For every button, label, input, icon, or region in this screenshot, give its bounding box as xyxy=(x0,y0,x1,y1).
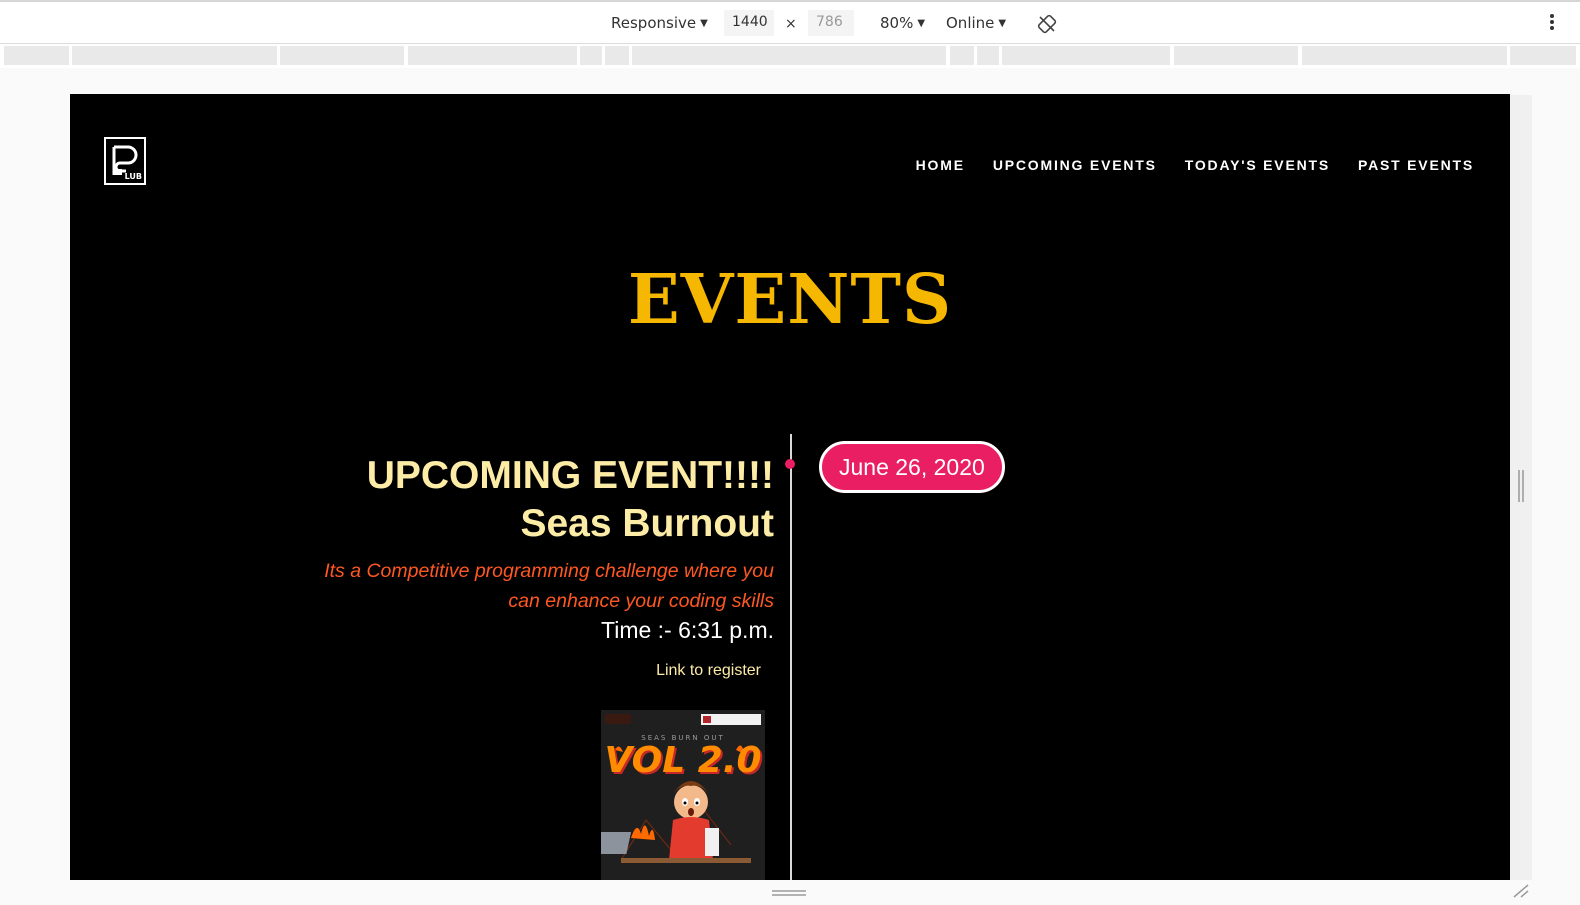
main-nav: HOME UPCOMING EVENTS TODAY'S EVENTS PAST… xyxy=(916,157,1474,173)
zoom-select-label: 80% xyxy=(880,14,914,32)
media-query-segment[interactable] xyxy=(1002,46,1170,65)
media-query-segment[interactable] xyxy=(605,46,629,65)
nav-past-events[interactable]: PAST EVENTS xyxy=(1358,157,1474,173)
corner-resize-handle-icon[interactable] xyxy=(1512,884,1530,903)
media-query-segment[interactable] xyxy=(632,46,946,65)
media-query-segment[interactable] xyxy=(977,46,999,65)
nav-home[interactable]: HOME xyxy=(916,157,965,173)
emulated-page: LUB HOME UPCOMING EVENTS TODAY'S EVENTS … xyxy=(70,94,1510,880)
caret-down-icon: ▼ xyxy=(917,18,926,29)
event-poster[interactable]: SEAS BURN OUT VOL 2.0 xyxy=(601,710,765,880)
media-query-bar xyxy=(0,46,1580,68)
media-query-segment[interactable] xyxy=(1510,46,1576,65)
nav-upcoming-events[interactable]: UPCOMING EVENTS xyxy=(993,157,1157,173)
device-select-label: Responsive xyxy=(611,14,697,32)
media-query-segment[interactable] xyxy=(1174,46,1298,65)
network-throttle-select[interactable]: Online ▼ xyxy=(946,14,1006,32)
network-select-label: Online xyxy=(946,14,995,32)
page-title: EVENTS xyxy=(627,260,953,340)
media-query-segment[interactable] xyxy=(408,46,577,65)
dimension-separator: × xyxy=(785,16,797,32)
caret-down-icon: ▼ xyxy=(700,18,708,29)
right-resize-handle-icon[interactable] xyxy=(1518,470,1524,502)
nav-todays-events[interactable]: TODAY'S EVENTS xyxy=(1185,157,1330,173)
media-query-segment[interactable] xyxy=(950,46,974,65)
media-query-segment[interactable] xyxy=(280,46,404,65)
event-description: Its a Competitive programming challenge … xyxy=(324,560,774,612)
event-card: UPCOMING EVENT!!!! Seas Burnout Its a Co… xyxy=(294,452,774,680)
height-input[interactable]: 786 xyxy=(808,10,854,36)
club-logo[interactable]: LUB xyxy=(104,137,146,185)
caret-down-icon: ▼ xyxy=(998,18,1007,29)
timeline-line xyxy=(790,434,792,880)
register-link[interactable]: Link to register xyxy=(656,662,761,680)
event-name: Seas Burnout xyxy=(520,502,774,545)
poster-title: VOL 2.0 xyxy=(604,740,762,781)
devtools-toolbar: Responsive ▼ 1440 × 786 80% ▼ Online ▼ xyxy=(0,0,1580,44)
event-date-badge: June 26, 2020 xyxy=(819,441,1005,493)
kebab-menu-icon[interactable] xyxy=(1549,12,1555,36)
logo-text: LUB xyxy=(124,172,142,181)
event-heading: UPCOMING EVENT!!!! xyxy=(366,454,774,497)
event-time: Time :- 6:31 p.m. xyxy=(601,617,774,643)
rotate-icon[interactable] xyxy=(1037,14,1057,38)
media-query-segment[interactable] xyxy=(4,46,69,65)
bottom-resize-handle-icon[interactable] xyxy=(772,884,806,896)
device-select[interactable]: Responsive ▼ xyxy=(611,14,708,32)
media-query-segment[interactable] xyxy=(580,46,602,65)
zoom-select[interactable]: 80% ▼ xyxy=(880,14,925,32)
media-query-segment[interactable] xyxy=(1302,46,1507,65)
timeline-marker xyxy=(785,459,795,469)
width-input[interactable]: 1440 xyxy=(724,10,774,36)
media-query-segment[interactable] xyxy=(72,46,277,65)
